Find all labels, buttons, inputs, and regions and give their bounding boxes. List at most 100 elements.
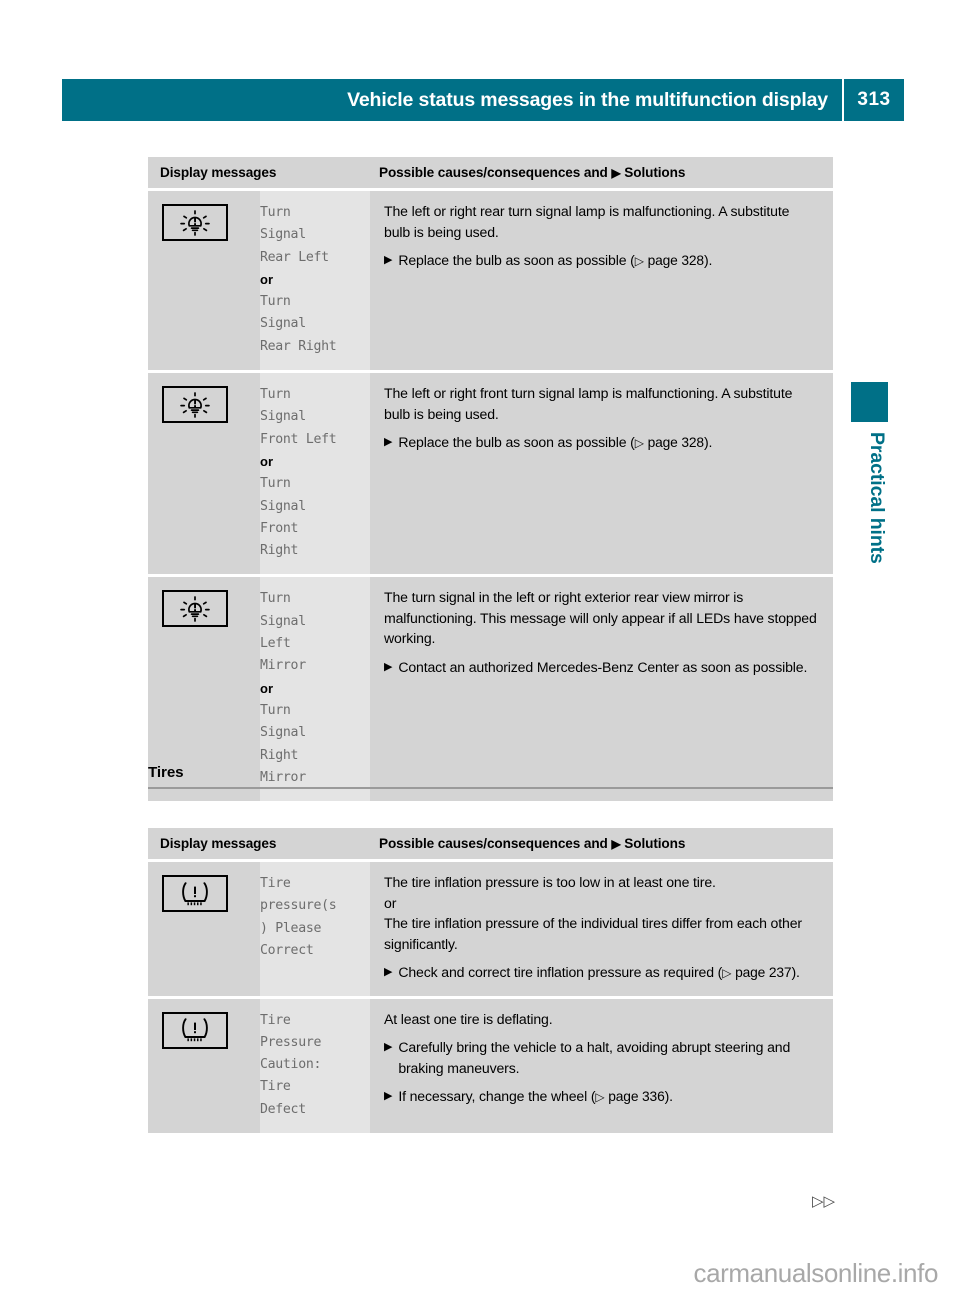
solution-text-body: Contact an authorized Mercedes-Benz Cent… (398, 658, 808, 675)
subsection-heading-label: Tires (148, 764, 184, 781)
bulb-warning-icon (162, 204, 228, 241)
bulb-warning-icon (162, 590, 228, 628)
display-message-line: Correct (260, 942, 314, 958)
page-reference-link[interactable]: page 237 (735, 965, 792, 980)
solution-text-body: Check and correct tire inflation pressur… (398, 964, 723, 980)
tire-pressure-warning-icon (162, 875, 228, 912)
table-header-row: Display messages Possible causes/consequ… (148, 828, 833, 859)
cause-text: The left or right front turn signal lamp… (384, 385, 793, 422)
table-row: Tire pressure(s ) Please Correct The tire in… (148, 862, 833, 996)
display-message-line: Pressure (260, 1034, 322, 1050)
display-message-line: Signal (260, 613, 306, 629)
solutions-triangle-icon: ▶ (611, 836, 621, 851)
display-message-line: pressure(s (260, 898, 337, 914)
display-message-line: Signal (260, 316, 306, 332)
cell-causes-and-solutions: The left or right front turn signal lamp… (370, 373, 833, 575)
solution-text: Replace the bulb as soon as possible (▷ … (398, 250, 819, 272)
cell-indicator-icon (148, 373, 260, 575)
solution-bullet: ▶ If necessary, change the wheel (▷ page … (384, 1086, 819, 1108)
solution-text-body: Replace the bulb as soon as possible ( (398, 252, 635, 268)
cause-text: At least one tire is deflating. (384, 1010, 553, 1027)
column-header-solutions-suffix: Solutions (624, 165, 686, 180)
solutions-triangle-icon: ▶ (611, 165, 621, 180)
page-reference-triangle-icon: ▷ (722, 965, 732, 980)
display-message-line: Left (260, 636, 291, 652)
solution-triangle-icon: ▶ (384, 436, 393, 449)
continuation-marker-icon: ▷▷ (812, 1193, 836, 1210)
solution-text: If necessary, change the wheel (▷ page 3… (398, 1086, 819, 1108)
display-message-line: Front (260, 520, 299, 536)
column-header-solutions: Possible causes/consequences and ▶ Solut… (370, 165, 685, 180)
cause-text: The tire inflation pressure is too low i… (384, 874, 716, 890)
display-message-line: Signal (260, 409, 306, 425)
tire-pressure-warning-icon (162, 1011, 228, 1049)
column-header-solutions-prefix: Possible causes/consequences and (379, 836, 608, 851)
column-header-solutions-prefix: Possible causes/consequences and (379, 165, 608, 180)
source-watermark: carmanualsonline.info (693, 1258, 938, 1288)
cause-text: The turn signal in the left or right ext… (384, 589, 817, 647)
page-header-bar: Vehicle status messages in the multifunc… (62, 79, 904, 121)
page-reference-tail: ). (703, 434, 713, 451)
column-header-display-messages: Display messages (160, 165, 277, 180)
cell-indicator-icon (148, 862, 260, 996)
display-message-line: Rear Right (260, 338, 337, 354)
display-message-line: Mirror (260, 658, 306, 674)
solution-text-body: Replace the bulb as soon as possible ( (398, 434, 635, 451)
display-message-line: Rear Left (260, 249, 329, 265)
display-message-line: Front Left (260, 431, 337, 447)
table-row: Turn Signal Front Left or Turn Signal Front Rig… (148, 373, 833, 575)
display-message-line: Turn (260, 702, 291, 718)
tire-pressure-warning-icon-glyph (182, 881, 208, 905)
table-header-row: Display messages Possible causes/consequ… (148, 157, 833, 188)
cell-display-message: Turn Signal Rear Left or Turn Signal Rear Righ… (260, 191, 370, 371)
display-message-line: Tire (260, 1079, 291, 1095)
display-message-line: Turn (260, 476, 291, 492)
bulb-warning-icon-glyph (180, 209, 210, 236)
page-reference-tail: ). (703, 252, 713, 268)
display-message-line: Signal (260, 498, 306, 514)
bulb-warning-icon (162, 386, 228, 424)
section-tab-marker (851, 382, 888, 422)
display-message-line: Turn (260, 387, 291, 403)
cell-display-message: Tire Pressure Caution: Tire Defect (260, 998, 370, 1133)
table-row: Tire Pressure Caution: Tire Defect At least o… (148, 998, 833, 1133)
page-title: Vehicle status messages in the multifunc… (347, 88, 828, 111)
display-message-line: Tire (260, 876, 291, 891)
display-message-line: Tire (260, 1012, 291, 1028)
cell-causes-and-solutions: The left or right rear turn signal lamp … (370, 191, 833, 371)
solution-text: Replace the bulb as soon as possible (▷ … (398, 432, 819, 454)
solution-bullet: ▶ Contact an authorized Mercedes-Benz Cen… (384, 657, 819, 678)
column-header-display-messages: Display messages (160, 836, 277, 851)
cause-separator-or: or (384, 894, 397, 911)
display-message-line: Turn (260, 205, 291, 220)
display-message-line: or (260, 453, 273, 469)
column-header-solutions-suffix: Solutions (624, 836, 686, 851)
solution-text: Check and correct tire inflation pressur… (398, 962, 819, 984)
solution-text-body: Carefully bring the vehicle to a halt, a… (398, 1039, 791, 1076)
display-message-line: Turn (260, 294, 291, 310)
cell-causes-and-solutions: At least one tire is deflating. ▶ Carefull… (370, 998, 833, 1133)
solution-bullet: ▶ Replace the bulb as soon as possible (▷… (384, 250, 819, 272)
cell-display-message: Turn Signal Front Left or Turn Signal Front Rig… (260, 373, 370, 575)
page-reference-link[interactable]: page 328 (648, 253, 705, 268)
display-message-line: Signal (260, 227, 306, 243)
solution-triangle-icon: ▶ (384, 660, 393, 673)
page-reference-link[interactable]: page 336 (608, 1089, 665, 1104)
solution-text-body: If necessary, change the wheel ( (398, 1088, 596, 1104)
subsection-heading-rule (148, 787, 833, 789)
bulb-warning-icon-glyph (180, 596, 210, 622)
status-messages-table-lights: Display messages Possible causes/consequ… (148, 157, 833, 802)
solution-text: Carefully bring the vehicle to a halt, a… (398, 1037, 819, 1078)
section-tab-label: Practical hints (866, 432, 888, 564)
subsection-heading-tires: Tires (148, 764, 833, 789)
cell-indicator-icon (148, 191, 260, 371)
solution-triangle-icon: ▶ (384, 966, 393, 978)
display-message-line: ) Please (260, 920, 322, 936)
page-reference-triangle-icon: ▷ (634, 435, 644, 450)
page-reference-triangle-icon: ▷ (634, 253, 644, 268)
display-message-line: Signal (260, 725, 306, 741)
table-row: Turn Signal Rear Left or Turn Signal Rear Righ… (148, 191, 833, 371)
display-message-line: or (260, 680, 273, 696)
display-message-line: Defect (260, 1101, 306, 1117)
page-reference-link[interactable]: page 328 (648, 435, 705, 450)
